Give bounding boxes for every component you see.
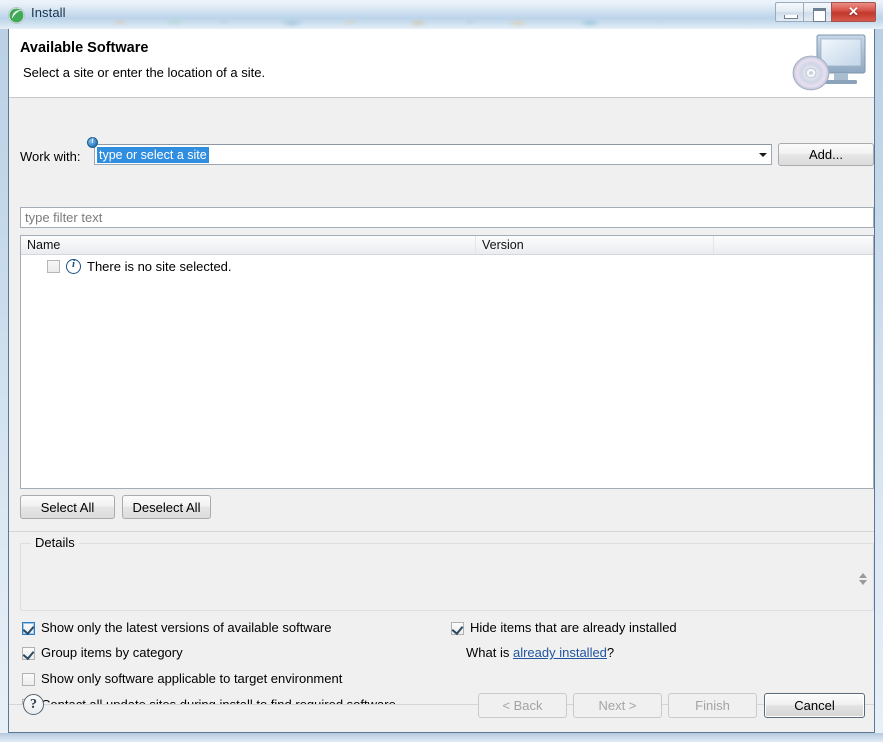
select-all-button[interactable]: Select All: [20, 495, 115, 519]
aero-glass-blur: [100, 13, 880, 29]
next-button[interactable]: Next >: [573, 693, 662, 718]
details-label: Details: [31, 535, 79, 550]
option-hide-already-installed[interactable]: Hide items that are already installed: [451, 620, 677, 635]
column-header-version[interactable]: Version: [476, 236, 714, 254]
row-checkbox[interactable]: [47, 259, 60, 273]
work-with-selected-value: type or select a site: [97, 147, 209, 163]
search-input[interactable]: [20, 207, 874, 228]
option-group-by-category[interactable]: Group items by category: [22, 645, 183, 660]
details-panel: Details: [20, 535, 874, 611]
window-bottom-edge: [0, 733, 883, 742]
already-installed-prefix: What is: [466, 645, 513, 660]
already-installed-link[interactable]: already installed: [513, 645, 607, 660]
option-applicable-to-target-environment[interactable]: Show only software applicable to target …: [22, 671, 342, 686]
table-body: There is no site selected.: [21, 255, 873, 277]
table-header-row: Name Version: [21, 236, 873, 255]
cancel-button[interactable]: Cancel: [764, 693, 865, 718]
column-header-blank[interactable]: [714, 236, 873, 254]
title-bar[interactable]: Install ✕: [0, 0, 883, 29]
option-label: Hide items that are already installed: [470, 620, 677, 635]
option-label: Show only software applicable to target …: [41, 671, 343, 686]
column-header-name[interactable]: Name: [21, 236, 476, 254]
checkbox[interactable]: [22, 673, 35, 686]
finish-button[interactable]: Finish: [668, 693, 757, 718]
info-icon: [66, 258, 81, 274]
window-title: Install: [31, 5, 66, 20]
already-installed-help: What is already installed?: [466, 645, 614, 660]
option-label: Group items by category: [41, 645, 183, 660]
info-decoration-icon: [87, 136, 98, 148]
work-with-combo[interactable]: type or select a site: [94, 144, 772, 165]
details-scrollbar[interactable]: [856, 566, 869, 592]
monitor-disc-icon: [792, 34, 866, 91]
deselect-all-button[interactable]: Deselect All: [122, 495, 211, 519]
checkbox[interactable]: [451, 622, 464, 635]
install-dialog-window: Install ✕ Available Software Select a si…: [0, 0, 883, 742]
minimize-button[interactable]: [775, 2, 804, 22]
details-separator: [9, 531, 874, 532]
page-title: Available Software: [20, 40, 149, 56]
table-row[interactable]: There is no site selected.: [21, 255, 873, 277]
checkbox[interactable]: [22, 622, 35, 635]
wizard-banner: Available Software Select a site or ente…: [9, 29, 874, 98]
back-button[interactable]: < Back: [478, 693, 567, 718]
work-with-label: Work with:: [20, 149, 81, 164]
scroll-up-icon[interactable]: [858, 573, 867, 578]
option-label: Show only the latest versions of availab…: [41, 620, 332, 635]
available-software-table[interactable]: Name Version There is no site selected.: [20, 235, 874, 489]
page-description: Select a site or enter the location of a…: [23, 65, 266, 80]
checkbox[interactable]: [22, 647, 35, 660]
help-button[interactable]: ?: [23, 694, 44, 715]
chevron-down-icon[interactable]: [759, 153, 767, 157]
question-mark-icon: ?: [30, 696, 37, 712]
dialog-content: Work with: type or select a site Add... …: [9, 99, 874, 712]
row-name: There is no site selected.: [87, 258, 232, 274]
close-icon: ✕: [848, 4, 859, 19]
scroll-down-icon[interactable]: [858, 580, 867, 585]
dialog-body: Available Software Select a site or ente…: [8, 29, 875, 733]
close-button[interactable]: ✕: [831, 2, 876, 22]
option-show-latest-versions[interactable]: Show only the latest versions of availab…: [22, 620, 332, 635]
maximize-button[interactable]: [803, 2, 832, 22]
add-site-button[interactable]: Add...: [778, 143, 874, 166]
eclipse-logo-icon: [8, 7, 25, 24]
already-installed-suffix: ?: [606, 645, 615, 660]
